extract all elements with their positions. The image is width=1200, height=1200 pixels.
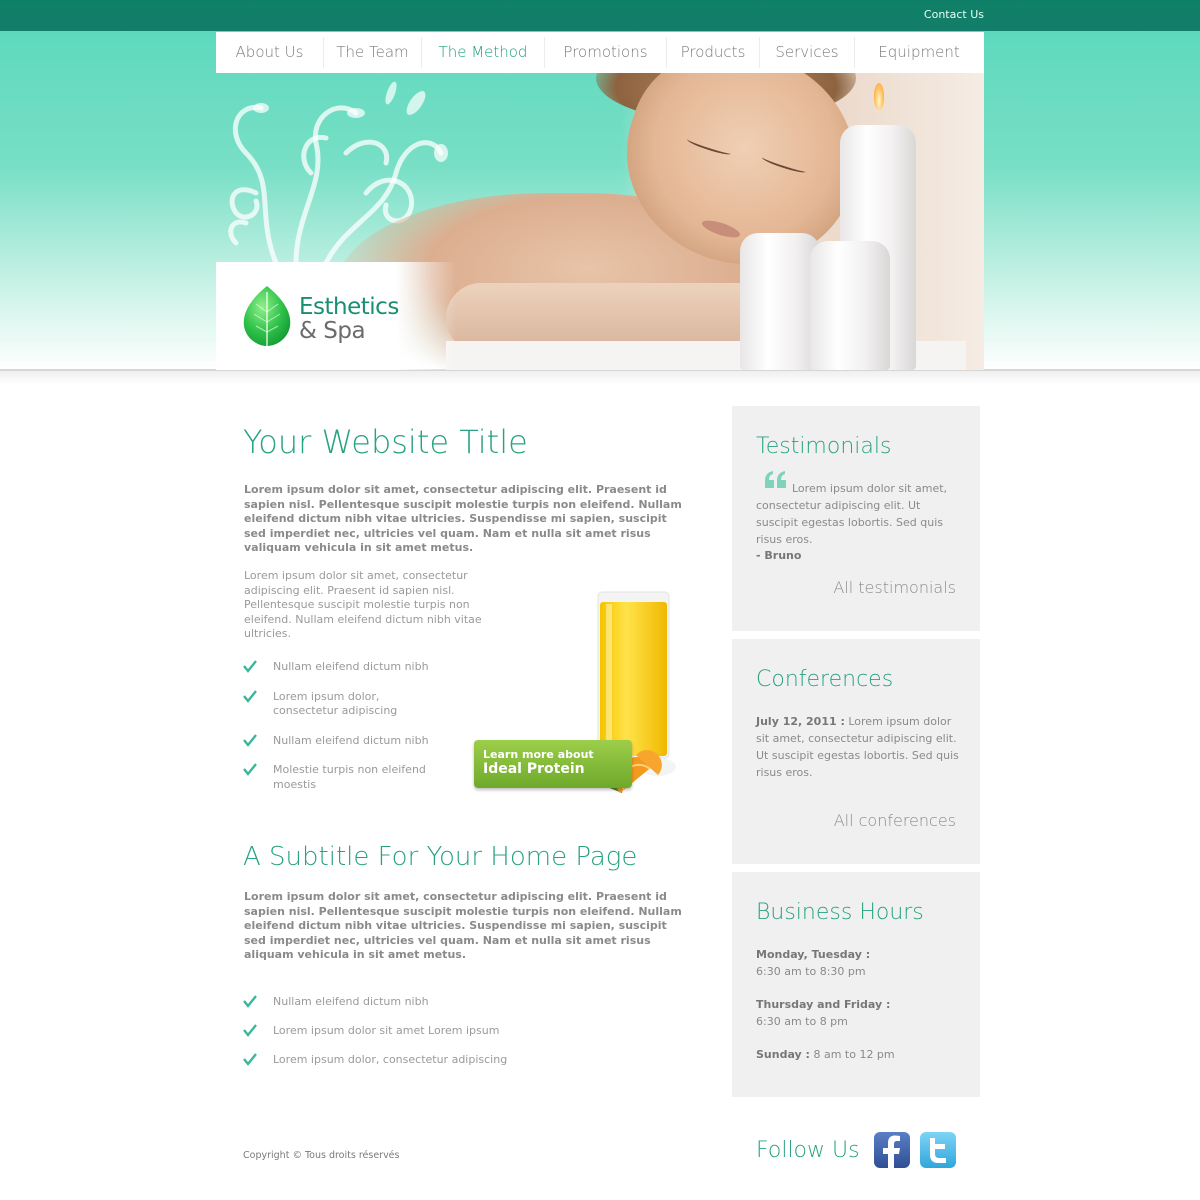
hours-row: Thursday and Friday : 6:30 am to 8 pm <box>756 996 961 1030</box>
list-item: Nullam eleifend dictum nibh <box>243 660 463 675</box>
list-item-label: Lorem ipsum dolor sit amet Lorem ipsum <box>273 1024 500 1037</box>
hours-time: 8 am to 12 pm <box>813 1048 895 1061</box>
checkmark-icon <box>243 1053 257 1066</box>
intro-paragraph: Lorem ipsum dolor sit amet, consectetur … <box>244 569 482 640</box>
checkmark-icon <box>243 995 257 1008</box>
nav-promotions[interactable]: Promotions <box>545 32 666 73</box>
all-testimonials-link[interactable]: All testimonials <box>833 578 956 597</box>
conferences-title: Conferences <box>756 667 894 692</box>
testimonials-title: Testimonials <box>756 434 892 459</box>
second-bold-paragraph: Lorem ipsum dolor sit amet, consectetur … <box>244 890 682 961</box>
feature-list-2: Nullam eleifend dictum nibh Lorem ipsum … <box>243 995 543 1068</box>
top-bar <box>0 0 1200 31</box>
juice-glass-icon <box>597 591 670 759</box>
feature-list: Nullam eleifend dictum nibh Lorem ipsum … <box>243 660 463 792</box>
hours-days: Thursday and Friday : <box>756 998 891 1011</box>
nav-services[interactable]: Services <box>760 32 854 73</box>
facebook-icon[interactable] <box>874 1132 910 1168</box>
nav-products[interactable]: Products <box>667 32 759 73</box>
list-item-label: Nullam eleifend dictum nibh <box>273 660 429 673</box>
list-item-label: Nullam eleifend dictum nibh <box>273 733 429 747</box>
list-item-label: Lorem ipsum dolor, consectetur adipiscin… <box>273 689 398 718</box>
nav-about-us[interactable]: About Us <box>216 32 323 73</box>
conferences-box: Conferences July 12, 2011 : Lorem ipsum … <box>732 639 980 864</box>
hours-days: Monday, Tuesday : <box>756 948 871 961</box>
contact-us-link[interactable]: Contact Us <box>924 8 984 21</box>
candle-short <box>740 233 820 370</box>
nav-the-team[interactable]: The Team <box>324 32 421 73</box>
section-subtitle: A Subtitle For Your Home Page <box>243 842 638 872</box>
list-item-label: Molestie turpis non eleifend moestis <box>273 763 426 791</box>
twitter-glyph-icon <box>930 1138 946 1163</box>
nav-equipment[interactable]: Equipment <box>855 32 983 73</box>
promo-line1: Learn more about <box>483 748 594 761</box>
list-item: Molestie turpis non eleifend moestis <box>243 763 463 792</box>
checkmark-icon <box>243 733 257 747</box>
hero-shadow <box>0 371 1200 385</box>
list-item: Lorem ipsum dolor, consectetur adipiscin… <box>243 1053 543 1068</box>
list-item: Nullam eleifend dictum nibh <box>243 995 543 1010</box>
hours-time: 6:30 am to 8:30 pm <box>756 965 866 978</box>
checkmark-icon <box>243 689 257 703</box>
twitter-icon[interactable] <box>920 1132 956 1168</box>
checkmark-icon <box>243 1024 257 1037</box>
promo-line2: Ideal Protein <box>483 761 585 777</box>
candle-flame <box>874 83 884 109</box>
all-conferences-link[interactable]: All conferences <box>834 811 956 830</box>
testimonial-author: - Bruno <box>756 549 802 562</box>
hours-row: Monday, Tuesday : 6:30 am to 8:30 pm <box>756 946 961 980</box>
checkmark-icon <box>243 660 257 673</box>
main-nav: About Us The Team The Method Promotions … <box>216 32 984 73</box>
business-hours-title: Business Hours <box>756 900 924 925</box>
conference-entry: July 12, 2011 : Lorem ipsum dolor sit am… <box>756 713 961 781</box>
hours-days: Sunday : <box>756 1048 810 1061</box>
leaf-logo-icon[interactable] <box>242 284 292 350</box>
hours-time: 6:30 am to 8 pm <box>756 1015 848 1028</box>
testimonial-quote: Lorem ipsum dolor sit amet, consectetur … <box>756 480 961 548</box>
list-item: Nullam eleifend dictum nibh <box>243 734 463 749</box>
business-hours-box: Business Hours Monday, Tuesday : 6:30 am… <box>732 872 980 1097</box>
intro-bold-paragraph: Lorem ipsum dolor sit amet, consectetur … <box>244 483 682 554</box>
conference-date: July 12, 2011 : <box>756 715 845 728</box>
nav-the-method[interactable]: The Method <box>422 32 544 73</box>
logo-name: Esthetics <box>299 294 399 320</box>
checkmark-icon <box>243 763 257 776</box>
testimonial-text: Lorem ipsum dolor sit amet, consectetur … <box>756 482 948 546</box>
list-item-label: Lorem ipsum dolor, consectetur adipiscin… <box>273 1053 508 1066</box>
logo-subname: & Spa <box>299 318 366 344</box>
list-item-label: Nullam eleifend dictum nibh <box>273 995 429 1008</box>
follow-us-label: Follow Us <box>756 1138 860 1163</box>
hours-row: Sunday : 8 am to 12 pm <box>756 1046 961 1063</box>
testimonials-box: Testimonials Lorem ipsum dolor sit amet,… <box>732 406 980 631</box>
copyright: Copyright © Tous droits réservés <box>243 1150 400 1161</box>
list-item: Lorem ipsum dolor, consectetur adipiscin… <box>243 690 463 719</box>
candle-short <box>810 241 890 370</box>
ideal-protein-button[interactable]: Learn more about Ideal Protein <box>474 740 632 788</box>
list-item: Lorem ipsum dolor sit amet Lorem ipsum <box>243 1024 543 1039</box>
facebook-glyph-icon <box>883 1135 900 1168</box>
page-title: Your Website Title <box>243 423 528 461</box>
